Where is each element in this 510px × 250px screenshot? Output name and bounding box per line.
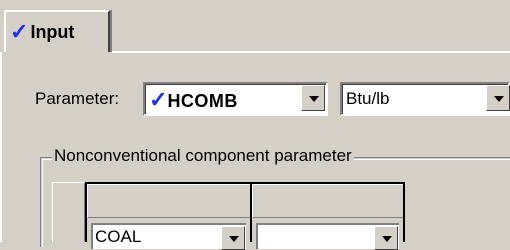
tab-label: Input <box>30 21 75 42</box>
parameter-dropdown[interactable]: ✓HCOMB <box>143 82 328 116</box>
grid-column <box>250 182 405 250</box>
dropdown-button[interactable] <box>221 226 245 250</box>
parameter-label: Parameter: <box>35 89 120 108</box>
tab-divider <box>110 10 112 52</box>
parameter-value: HCOMB <box>167 91 238 111</box>
chevron-down-icon <box>309 96 319 102</box>
dropdown-button[interactable] <box>374 226 398 250</box>
component-dropdown[interactable]: COAL <box>91 223 246 250</box>
tab-baseline <box>112 51 510 53</box>
units-dropdown[interactable]: Btu/lb <box>340 82 510 116</box>
checkmark-icon: ✓ <box>149 87 168 112</box>
units-value: Btu/lb <box>346 89 390 108</box>
component-value: COAL <box>95 227 142 246</box>
dropdown-button[interactable] <box>301 85 325 111</box>
grid-column-header <box>252 184 403 218</box>
grid-row-header <box>52 182 85 242</box>
chevron-down-icon <box>229 236 239 242</box>
dropdown-button[interactable] <box>486 85 510 111</box>
group-title: Nonconventional component parameter <box>52 146 354 166</box>
chevron-down-icon <box>494 96 504 102</box>
component-dropdown[interactable] <box>256 223 399 250</box>
chevron-down-icon <box>382 236 392 242</box>
tab-input[interactable]: ✓ Input <box>4 10 110 52</box>
panel-border <box>0 52 2 242</box>
grid-column: COAL <box>85 182 252 250</box>
checkmark-icon: ✓ <box>10 19 29 44</box>
tab-strip: ✓ Input <box>0 0 510 53</box>
grid-column-header <box>87 184 250 218</box>
